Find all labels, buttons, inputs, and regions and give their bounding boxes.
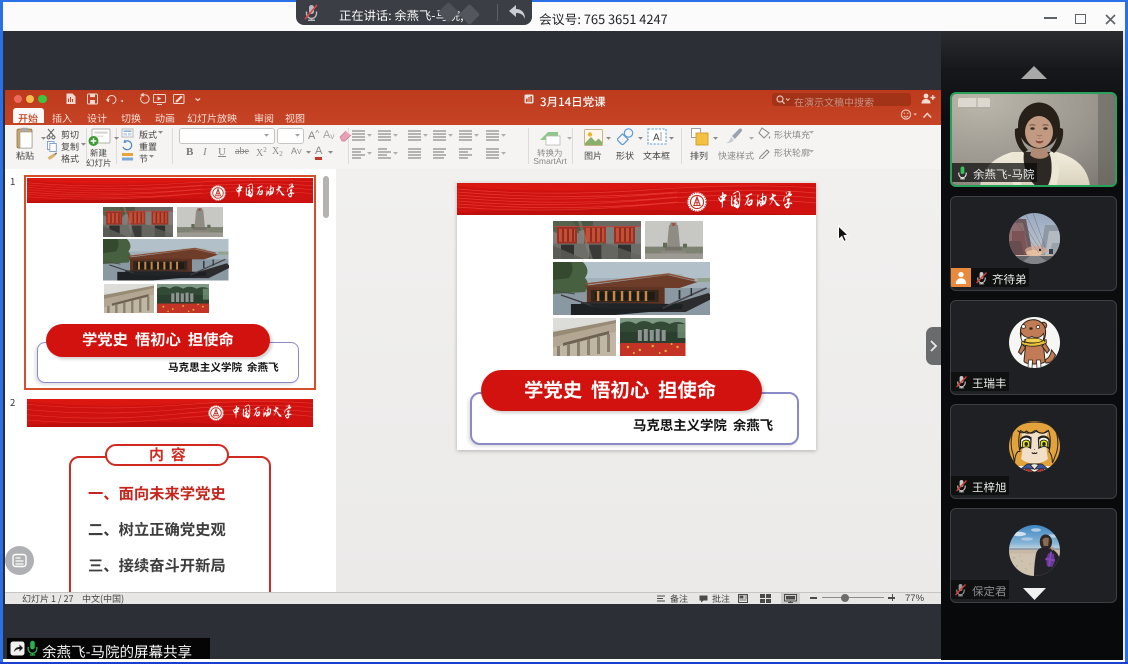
svg-text:A: A [653, 133, 660, 144]
